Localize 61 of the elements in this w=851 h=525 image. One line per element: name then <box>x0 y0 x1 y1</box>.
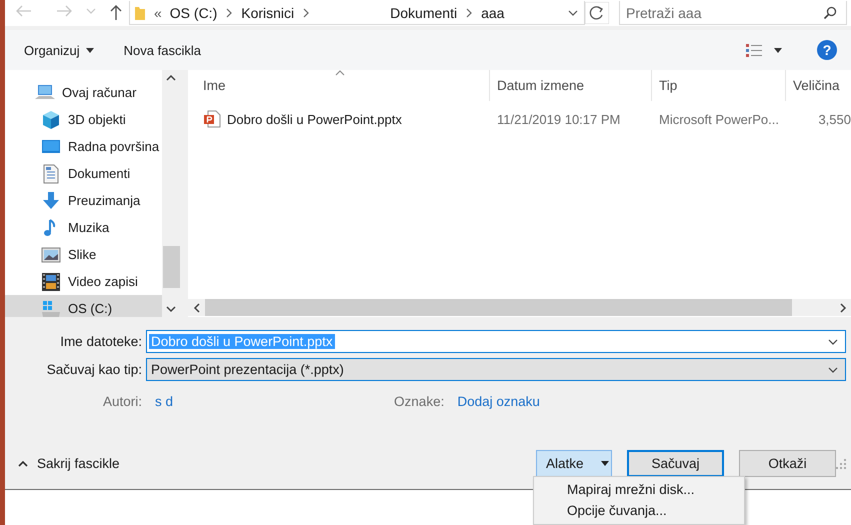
sidebar-item[interactable]: OS (C:) <box>5 295 162 317</box>
column-header[interactable]: Datum izmene <box>490 70 652 101</box>
chevron-right-icon[interactable] <box>838 302 848 314</box>
search-field[interactable]: Pretraži aaa <box>619 1 847 25</box>
picture-icon <box>41 244 61 264</box>
folder-icon <box>134 4 146 20</box>
column-header[interactable]: Veličina <box>786 70 851 101</box>
sidebar-item[interactable]: Radna površina <box>5 133 162 160</box>
new-folder-button[interactable]: Nova fascikla <box>116 38 208 62</box>
chevron-right-icon[interactable] <box>302 8 310 18</box>
overflow-chevrons[interactable]: « <box>154 4 162 20</box>
caret-down-icon <box>600 461 609 466</box>
dialog-button[interactable]: Otkaži <box>739 450 836 477</box>
sidebar-item[interactable]: Dokumenti <box>5 160 162 187</box>
tools-button[interactable]: Alatke <box>536 450 612 477</box>
drive-icon <box>41 298 61 317</box>
cube-icon <box>41 110 61 130</box>
document-icon <box>41 164 61 184</box>
down-arrow-icon <box>41 190 61 210</box>
sidebar-item[interactable]: Video zapisi <box>5 268 162 295</box>
organize-button[interactable]: Organizuj <box>17 38 101 62</box>
caret-down-icon <box>86 48 94 52</box>
menu-item[interactable]: Opcije čuvanja... <box>534 500 744 521</box>
up-arrow-icon[interactable] <box>109 4 123 22</box>
sidebar-item[interactable]: Slike <box>5 241 162 268</box>
dialog-button[interactable]: Sačuvaj <box>627 450 724 477</box>
date-cell-text: 11/21/2019 10:17 PM <box>496 112 622 126</box>
refresh-icon[interactable] <box>585 2 609 24</box>
field-label: Sačuvaj kao tip: <box>46 362 143 377</box>
file-type-dropdown[interactable]: PowerPoint prezentacija (*.pptx) <box>146 358 846 381</box>
scrollbar-thumb[interactable] <box>162 246 180 288</box>
column-header[interactable]: Tip <box>652 70 786 101</box>
authors-label: Autori: <box>103 394 142 408</box>
sidebar-item[interactable]: Ovaj računar <box>5 79 162 106</box>
file-row[interactable]: Dobro došli u PowerPoint.pptx 11/21/2019 10:17 PM Microsoft PowerPo... 3,550 <box>188 108 851 130</box>
tags-label: Oznake: <box>394 394 444 408</box>
sidebar-item[interactable]: Muzika <box>5 214 162 241</box>
details-view-icon <box>746 43 762 57</box>
type-cell-text: Microsoft PowerPo... <box>658 112 780 126</box>
sidebar-item[interactable]: Preuzimanja <box>5 187 162 214</box>
film-strip-icon <box>41 272 61 292</box>
menu-item[interactable]: Mapiraj mrežni disk... <box>534 479 744 500</box>
add-tag-link[interactable]: Dodaj oznaku <box>457 394 540 408</box>
authors-value[interactable]: s d <box>155 394 174 408</box>
chevron-right-icon[interactable] <box>225 8 234 18</box>
presentation-file-icon <box>203 110 221 128</box>
caret-down-icon <box>774 48 782 52</box>
help-button[interactable]: ? <box>817 40 837 60</box>
breadcrumb[interactable]: aaa <box>481 4 504 20</box>
breadcrumb[interactable]: OS (C:) <box>170 4 218 20</box>
chevron-right-icon[interactable] <box>465 8 474 18</box>
sidebar-item[interactable]: 3D objekti <box>5 106 162 133</box>
breadcrumb[interactable]: Korisnici <box>241 4 294 20</box>
file-name: Dobro došli u PowerPoint.pptx <box>227 112 402 126</box>
column-header[interactable]: Ime <box>188 70 490 101</box>
size-cell-text: 3,550 <box>817 112 851 126</box>
hide-folders-button[interactable]: Sakrij fascikle <box>15 454 122 473</box>
field-label: Ime datoteke: <box>59 334 143 349</box>
breadcrumb[interactable]: Dokumenti <box>390 4 458 20</box>
chevron-left-icon[interactable] <box>192 302 202 314</box>
resize-grip-icon <box>836 458 846 468</box>
